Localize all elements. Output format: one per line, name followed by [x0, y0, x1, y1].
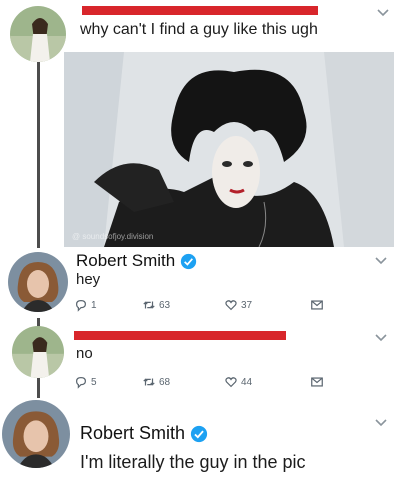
avatar[interactable]	[8, 252, 68, 312]
verified-badge-icon	[180, 253, 197, 270]
heart-icon	[225, 300, 237, 311]
tweet-actions: 5 68 44	[74, 374, 324, 390]
message-button[interactable]	[310, 375, 324, 389]
thread-line	[37, 60, 40, 248]
image-watermark: @ soundsofjoy.division	[72, 232, 154, 241]
retweet-icon	[143, 378, 155, 386]
reply-button[interactable]: 1	[74, 298, 142, 312]
tweet-author[interactable]: Robert Smith	[80, 423, 208, 444]
tweet-text: hey	[76, 271, 101, 288]
avatar[interactable]	[12, 326, 64, 378]
reply-count: 5	[91, 376, 97, 388]
tweet-author[interactable]: Robert Smith	[76, 251, 197, 271]
retweet-icon	[143, 301, 155, 309]
avatar[interactable]	[2, 400, 70, 468]
heart-icon	[225, 377, 237, 388]
like-count: 44	[241, 376, 253, 388]
retweet-count: 63	[159, 299, 171, 311]
like-button[interactable]: 44	[224, 375, 310, 389]
retweet-count: 68	[159, 376, 171, 388]
tweet-text: no	[76, 345, 93, 362]
chevron-down-icon[interactable]	[374, 418, 388, 428]
chevron-down-icon[interactable]	[376, 8, 390, 18]
redacted-author-name	[74, 331, 286, 340]
chevron-down-icon[interactable]	[374, 333, 388, 343]
retweet-button[interactable]: 63	[142, 298, 224, 312]
message-icon	[311, 377, 323, 387]
retweet-button[interactable]: 68	[142, 375, 224, 389]
message-button[interactable]	[310, 298, 324, 312]
tweet-text: why can't I find a guy like this ugh	[80, 21, 318, 38]
chevron-down-icon[interactable]	[374, 256, 388, 266]
avatar[interactable]	[10, 6, 66, 62]
tweet-photo[interactable]: @ soundsofjoy.division	[64, 52, 394, 247]
tweet-actions: 1 63 37	[74, 297, 324, 313]
reply-button[interactable]: 5	[74, 375, 142, 389]
reply-count: 1	[91, 299, 97, 311]
like-count: 37	[241, 299, 253, 311]
author-name[interactable]: Robert Smith	[76, 251, 175, 271]
tweet-text: I'm literally the guy in the pic	[80, 452, 306, 472]
message-icon	[311, 300, 323, 310]
redacted-author-name	[82, 6, 318, 15]
author-name[interactable]: Robert Smith	[80, 423, 185, 444]
like-button[interactable]: 37	[224, 298, 310, 312]
reply-icon	[76, 300, 86, 312]
reply-icon	[76, 377, 86, 389]
verified-badge-icon	[190, 425, 208, 443]
